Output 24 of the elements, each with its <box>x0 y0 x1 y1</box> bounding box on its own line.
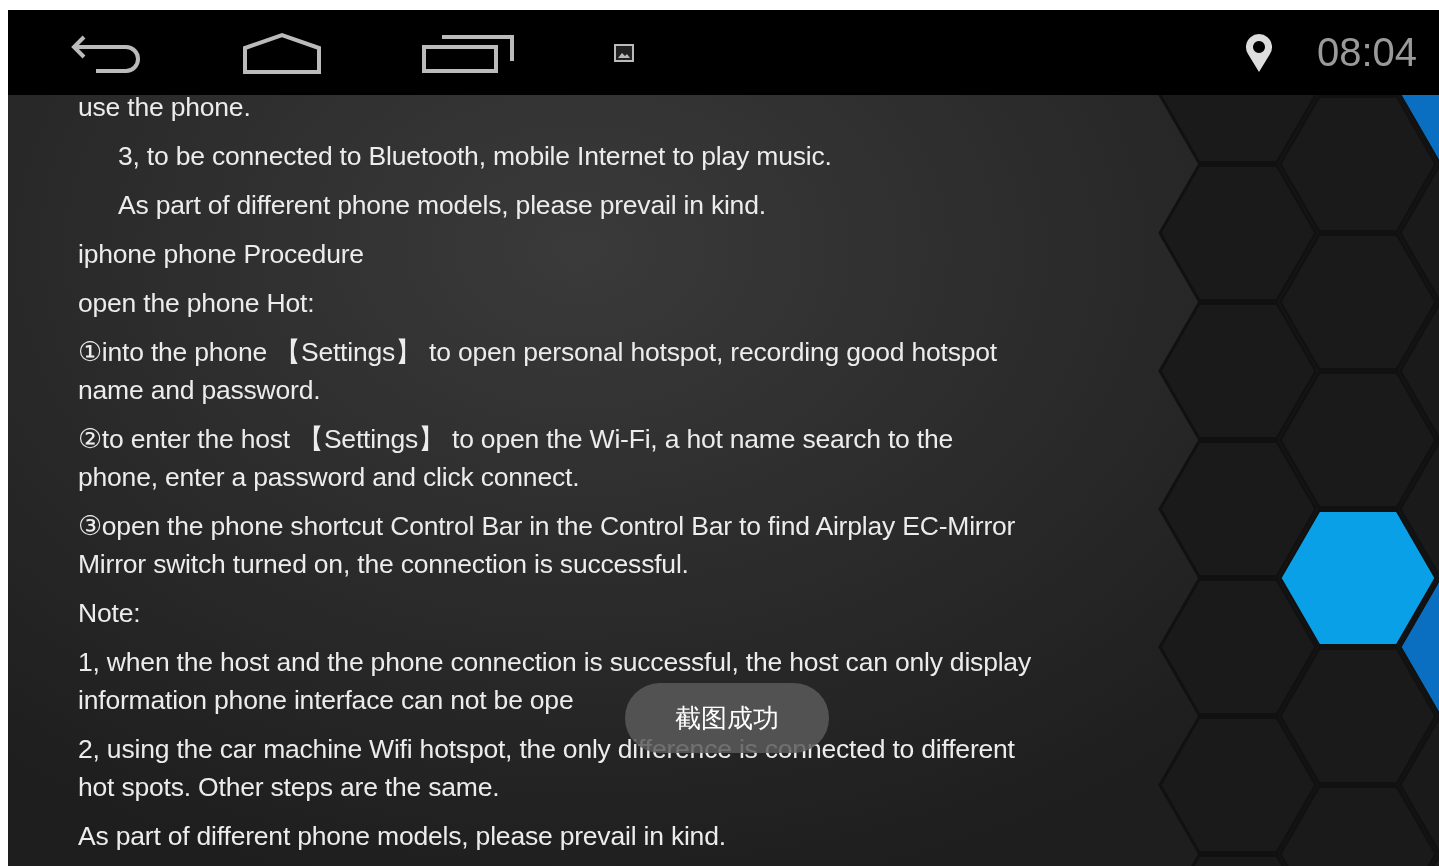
text-line: open the phone Hot: <box>78 287 315 320</box>
text-line: iphone phone Procedure <box>78 238 364 271</box>
recents-button[interactable] <box>422 32 514 73</box>
text-line: use the phone. <box>78 91 251 124</box>
text-line: Mirror switch turned on, the connection is successful. <box>78 548 689 581</box>
text-line: 1, when the host and the phone connection is successful, the host can only display <box>78 646 1031 679</box>
text-line: As part of different phone models, please prevail in kind. <box>118 189 766 222</box>
text-line: ③open the phone shortcut Control Bar in the Control Bar to find Airplay EC-Mirror <box>78 510 1016 543</box>
text-line: phone, enter a password and click connect. <box>78 461 580 494</box>
home-button[interactable] <box>242 31 322 74</box>
recents-icon <box>422 32 514 73</box>
text-line: Note: <box>78 597 141 630</box>
clock-time: 08:04 <box>1316 30 1417 75</box>
text-line: As part of different phone models, please prevail in kind. <box>78 820 726 853</box>
text-line: name and password. <box>78 374 321 407</box>
location-pin-icon <box>1244 32 1273 73</box>
text-line: hot spots. Other steps are the same. <box>78 771 500 804</box>
image-icon <box>614 43 634 62</box>
text-line: 2, using the car machine Wifi hotspot, the only difference is connected to different <box>78 733 1015 766</box>
home-icon <box>242 31 322 74</box>
text-line: ②to enter the host 【Settings】 to open the Wi-Fi, a hot name search to the <box>78 423 954 456</box>
text-line: 3, to be connected to Bluetooth, mobile Internet to play music. <box>118 140 832 173</box>
text-line: ①into the phone 【Settings】 to open personal hotspot, recording good hotspot <box>78 336 997 369</box>
text-line: information phone interface can not be ope <box>78 684 574 717</box>
